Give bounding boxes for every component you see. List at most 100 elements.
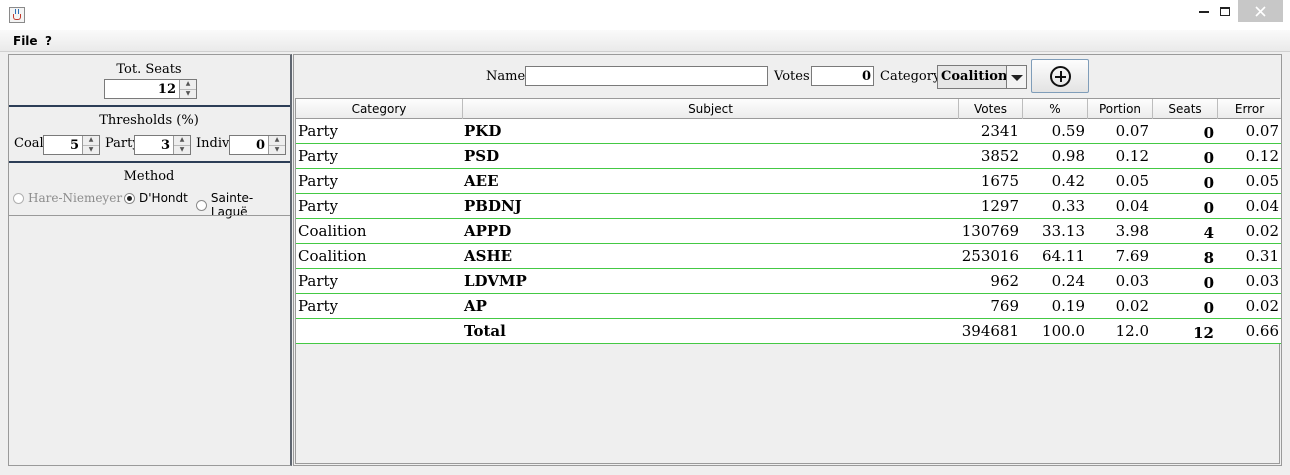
cell-category: Coalition (298, 222, 367, 240)
menu-bar: File ? (0, 30, 1290, 52)
cell-subject: PBDNJ (464, 197, 522, 215)
category-select[interactable]: Coalition (937, 65, 1027, 89)
spin-down-icon[interactable]: ▼ (83, 145, 99, 154)
tot-seats-spinner[interactable]: 12 ▲ ▼ (104, 79, 197, 99)
cell-percent: 33.13 (1042, 222, 1085, 240)
cell-votes: 1675 (980, 172, 1019, 190)
close-button[interactable] (1238, 0, 1283, 22)
cell-percent: 64.11 (1042, 247, 1085, 265)
spin-up-icon[interactable]: ▲ (180, 80, 196, 89)
column-header-percent[interactable]: % (1023, 99, 1088, 119)
menu-file[interactable]: File (13, 34, 38, 48)
cell-portion: 3.98 (1115, 222, 1149, 240)
cell-error: 0.02 (1245, 297, 1279, 315)
spin-down-icon[interactable]: ▼ (174, 145, 190, 154)
cell-error: 0.04 (1245, 197, 1279, 215)
cell-error: 0.66 (1245, 322, 1279, 340)
cell-portion: 0.03 (1115, 272, 1149, 290)
cell-seats: 0 (1203, 274, 1214, 292)
thresholds-section: Thresholds (%) Coal. 5 ▲ ▼ Party 3 ▲ ▼ Ind… (9, 107, 289, 161)
maximize-icon (1220, 6, 1230, 16)
table-row[interactable]: Party PBDNJ 1297 0.33 0.04 0 0.04 (296, 194, 1281, 219)
cell-category: Party (298, 147, 339, 165)
cell-percent: 0.33 (1051, 197, 1085, 215)
cell-portion: 0.07 (1115, 122, 1149, 140)
chevron-down-icon[interactable] (1006, 66, 1026, 88)
spin-up-icon[interactable]: ▲ (83, 136, 99, 145)
table-row[interactable]: Party AP 769 0.19 0.02 0 0.02 (296, 294, 1281, 319)
java-cup-icon (9, 7, 25, 23)
radio-label: Hare-Niemeyer (28, 191, 123, 205)
cell-votes: 253016 (961, 247, 1019, 265)
column-header-error[interactable]: Error (1218, 99, 1281, 119)
indiv-threshold-spinner[interactable]: 0 ▲ ▼ (229, 135, 286, 155)
coal-threshold-spinner[interactable]: 5 ▲ ▼ (43, 135, 100, 155)
cell-seats: 0 (1203, 199, 1214, 217)
cell-votes: 3852 (980, 147, 1019, 165)
cell-percent: 0.24 (1051, 272, 1085, 290)
party-threshold-value: 3 (160, 138, 170, 153)
table-row[interactable]: Total 394681 100.0 12.0 12 0.66 (296, 319, 1281, 344)
results-table: Category Subject Votes % Portion Seats E… (295, 98, 1281, 464)
cell-seats: 8 (1203, 249, 1214, 267)
table-row[interactable]: Party PSD 3852 0.98 0.12 0 0.12 (296, 144, 1281, 169)
category-select-value: Coalition (941, 69, 1008, 84)
cell-subject: LDVMP (464, 272, 527, 290)
category-label: Category (880, 69, 941, 84)
cell-error: 0.07 (1245, 122, 1279, 140)
cell-error: 0.03 (1245, 272, 1279, 290)
cell-error: 0.31 (1245, 247, 1279, 265)
cell-portion: 0.04 (1115, 197, 1149, 215)
spin-up-icon[interactable]: ▲ (269, 136, 285, 145)
settings-panel: Tot. Seats 12 ▲ ▼ Thresholds (%) Coal. 5 … (8, 54, 292, 466)
cell-percent: 100.0 (1042, 322, 1085, 340)
cell-subject: Total (464, 322, 506, 340)
cell-subject: AP (464, 297, 487, 315)
method-section: Method Hare-Niemeyer D'Hondt Sainte-Lagu… (9, 163, 289, 219)
cell-category: Party (298, 272, 339, 290)
radio-selected-icon (124, 192, 135, 204)
cell-portion: 12.0 (1115, 322, 1149, 340)
spin-up-icon[interactable]: ▲ (174, 136, 190, 145)
column-header-subject[interactable]: Subject (463, 99, 959, 119)
column-header-votes[interactable]: Votes (959, 99, 1023, 119)
column-header-category[interactable]: Category (296, 99, 463, 119)
cell-portion: 0.12 (1115, 147, 1149, 165)
name-input[interactable] (525, 66, 768, 86)
spin-down-icon[interactable]: ▼ (269, 145, 285, 154)
cell-error: 0.05 (1245, 172, 1279, 190)
table-row[interactable]: Coalition ASHE 253016 64.11 7.69 8 0.31 (296, 244, 1281, 269)
indiv-label: Indiv. (196, 136, 232, 151)
table-row[interactable]: Party AEE 1675 0.42 0.05 0 0.05 (296, 169, 1281, 194)
spin-down-icon[interactable]: ▼ (180, 89, 196, 98)
table-row[interactable]: Party LDVMP 962 0.24 0.03 0 0.03 (296, 269, 1281, 294)
cell-seats: 0 (1203, 124, 1214, 142)
divider (9, 215, 290, 216)
table-row[interactable]: Party PKD 2341 0.59 0.07 0 0.07 (296, 119, 1281, 144)
thresholds-title: Thresholds (%) (99, 113, 199, 128)
votes-input[interactable]: 0 (811, 66, 874, 86)
table-row[interactable]: Coalition APPD 130769 33.13 3.98 4 0.02 (296, 219, 1281, 244)
cell-subject: APPD (464, 222, 512, 240)
radio-dhondt[interactable]: D'Hondt (124, 191, 188, 205)
plus-circle-icon (1050, 66, 1071, 87)
party-threshold-spinner[interactable]: 3 ▲ ▼ (134, 135, 191, 155)
cell-category: Party (298, 122, 339, 140)
votes-input-value: 0 (861, 69, 871, 84)
cell-subject: ASHE (464, 247, 513, 265)
cell-portion: 0.05 (1115, 172, 1149, 190)
name-label: Name (486, 69, 526, 84)
coal-threshold-value: 5 (69, 138, 79, 153)
column-header-portion[interactable]: Portion (1088, 99, 1153, 119)
cell-percent: 0.19 (1051, 297, 1085, 315)
cell-votes: 769 (990, 297, 1019, 315)
column-header-seats[interactable]: Seats (1153, 99, 1218, 119)
cell-seats: 0 (1203, 149, 1214, 167)
menu-help[interactable]: ? (45, 34, 52, 48)
radio-label: D'Hondt (139, 191, 188, 205)
radio-hare-niemeyer[interactable]: Hare-Niemeyer (13, 191, 122, 205)
cell-category: Party (298, 297, 339, 315)
table-header: Category Subject Votes % Portion Seats E… (296, 99, 1281, 119)
add-subject-button[interactable] (1031, 59, 1089, 93)
cell-seats: 4 (1203, 224, 1214, 242)
